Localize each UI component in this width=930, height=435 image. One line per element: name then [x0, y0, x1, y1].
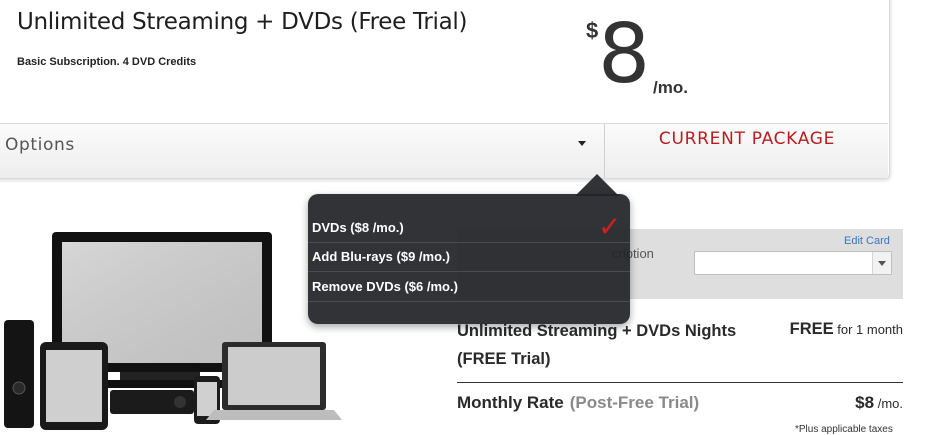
dropdown-item-label: DVDs ($8 /mo.): [312, 220, 404, 235]
price-amount: 8: [598, 7, 651, 102]
monthly-label: Monthly Rate: [457, 393, 564, 412]
card-select[interactable]: [694, 251, 892, 275]
edit-card-link[interactable]: Edit Card: [844, 235, 890, 247]
tax-note: *Plus applicable taxes: [795, 424, 893, 435]
line-price-main: FREE: [789, 320, 834, 338]
monthly-price-main: $8: [855, 393, 875, 412]
line-item-price: FREE for 1 month: [760, 320, 903, 339]
select-arrow[interactable]: [872, 252, 891, 274]
divider: [457, 382, 903, 383]
monthly-rate-label: Monthly Rate (Post-Free Trial): [457, 393, 699, 413]
current-package-label: CURRENT PACKAGE: [658, 129, 836, 149]
chevron-down-icon: [878, 261, 886, 266]
monthly-label-note: (Post-Free Trial): [569, 393, 700, 412]
price-unit: /mo.: [653, 78, 688, 97]
laptop-icon: [206, 342, 342, 420]
checkmark-icon: ✓: [598, 210, 622, 243]
options-dropdown: DVDs ($8 /mo.) ✓ Add Blu-rays ($9 /mo.) …: [308, 194, 630, 324]
monthly-rate-price: $8 /mo.: [760, 393, 903, 413]
tablet-icon: [40, 342, 108, 430]
package-title: Unlimited Streaming + DVDs (Free Trial): [17, 9, 468, 35]
chevron-down-icon[interactable]: [578, 141, 586, 146]
blu-ray-player-icon: [110, 390, 194, 414]
line-item-name: Unlimited Streaming + DVDs Nights (FREE …: [457, 322, 737, 368]
options-divider: [604, 124, 605, 178]
price-currency: $: [586, 18, 599, 43]
dropdown-item-dvds[interactable]: DVDs ($8 /mo.) ✓: [308, 210, 630, 243]
line-price-detail: for 1 month: [833, 322, 903, 337]
options-toggle[interactable]: Options: [5, 135, 75, 155]
devices-illustration: [4, 232, 342, 430]
dropdown-item-remove-dvds[interactable]: Remove DVDs ($6 /mo.): [308, 273, 630, 302]
monthly-price-unit: /mo.: [874, 396, 903, 411]
dropdown-item-add-blu-rays[interactable]: Add Blu-rays ($9 /mo.): [308, 243, 630, 272]
dropdown-item-label: Remove DVDs ($6 /mo.): [312, 279, 458, 294]
dropdown-caret: [575, 174, 619, 196]
dropdown-item-label: Add Blu-rays ($9 /mo.): [312, 249, 450, 264]
options-bar: Options CURRENT PACKAGE: [0, 123, 888, 178]
game-console-icon: [4, 320, 34, 428]
package-subtitle: Basic Subscription. 4 DVD Credits: [17, 56, 197, 68]
